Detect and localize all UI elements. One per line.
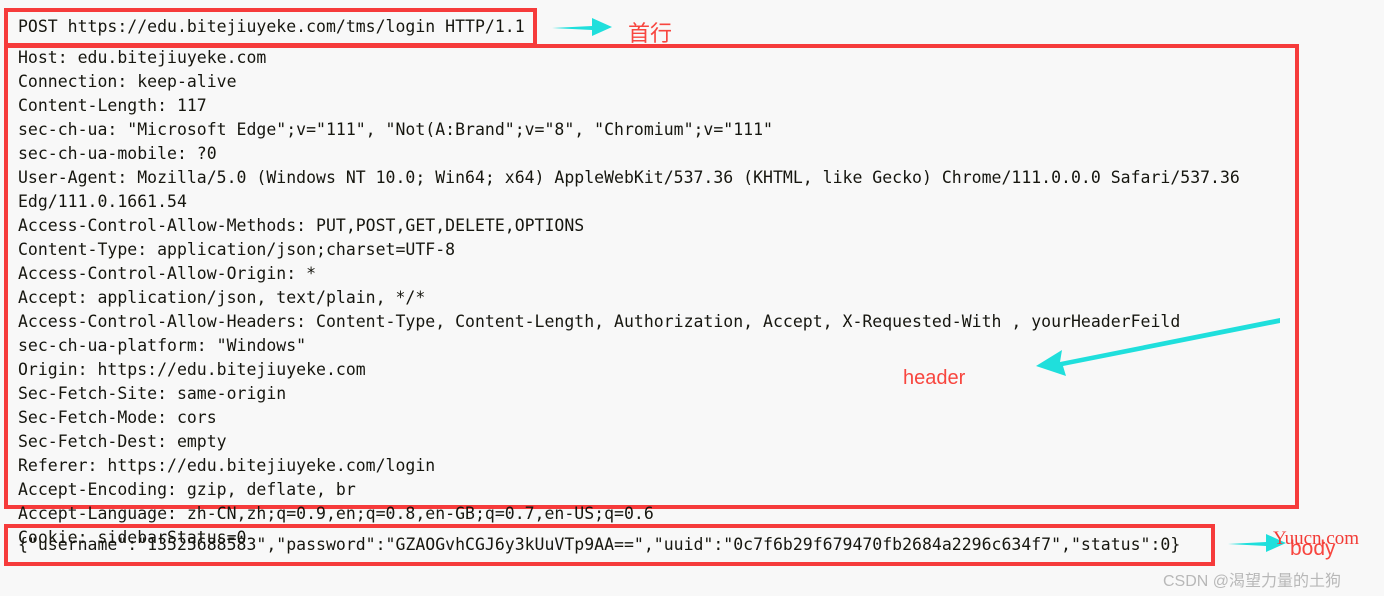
header-line: Accept: application/json, text/plain, */… — [18, 288, 426, 307]
arrow-diagonal-left-icon — [1036, 318, 1280, 376]
screenshot-canvas: POST https://edu.bitejiuyeke.com/tms/log… — [0, 0, 1384, 596]
header-line: Sec-Fetch-Site: same-origin — [18, 384, 287, 403]
http-request-line: POST https://edu.bitejiuyeke.com/tms/log… — [18, 17, 525, 36]
header-line: sec-ch-ua: "Microsoft Edge";v="111", "No… — [18, 120, 773, 139]
header-line: Access-Control-Allow-Methods: PUT,POST,G… — [18, 216, 585, 235]
header-line: Connection: keep-alive — [18, 72, 237, 91]
header-line: Content-Type: application/json;charset=U… — [18, 240, 456, 259]
header-line: Accept-Language: zh-CN,zh;q=0.9,en;q=0.8… — [18, 504, 654, 523]
csdn-watermark: CSDN @渴望力量的土狗 — [1163, 573, 1342, 590]
site-watermark: Yuucn.com — [1273, 528, 1360, 549]
header-line: Referer: https://edu.bitejiuyeke.com/log… — [18, 456, 436, 475]
header-line: Accept-Encoding: gzip, deflate, br — [18, 480, 356, 499]
header-line: Edg/111.0.1661.54 — [18, 192, 187, 211]
header-line: Sec-Fetch-Mode: cors — [18, 408, 217, 427]
annotation-label-first-line: 首行 — [628, 21, 673, 46]
header-line: Content-Length: 117 — [18, 96, 207, 115]
header-line: Sec-Fetch-Dest: empty — [18, 432, 227, 451]
header-line: User-Agent: Mozilla/5.0 (Windows NT 10.0… — [18, 168, 1240, 187]
annotation-label-header: header — [903, 367, 966, 389]
header-line: sec-ch-ua-mobile: ?0 — [18, 144, 217, 163]
header-line: Host: edu.bitejiuyeke.com — [18, 48, 267, 67]
http-body-json: {"username":"13525688583","password":"GZ… — [18, 535, 1181, 554]
header-line: Access-Control-Allow-Origin: * — [18, 264, 317, 283]
http-header-block: Host: edu.bitejiuyeke.com Connection: ke… — [18, 46, 1288, 550]
arrow-right-icon — [552, 18, 612, 36]
